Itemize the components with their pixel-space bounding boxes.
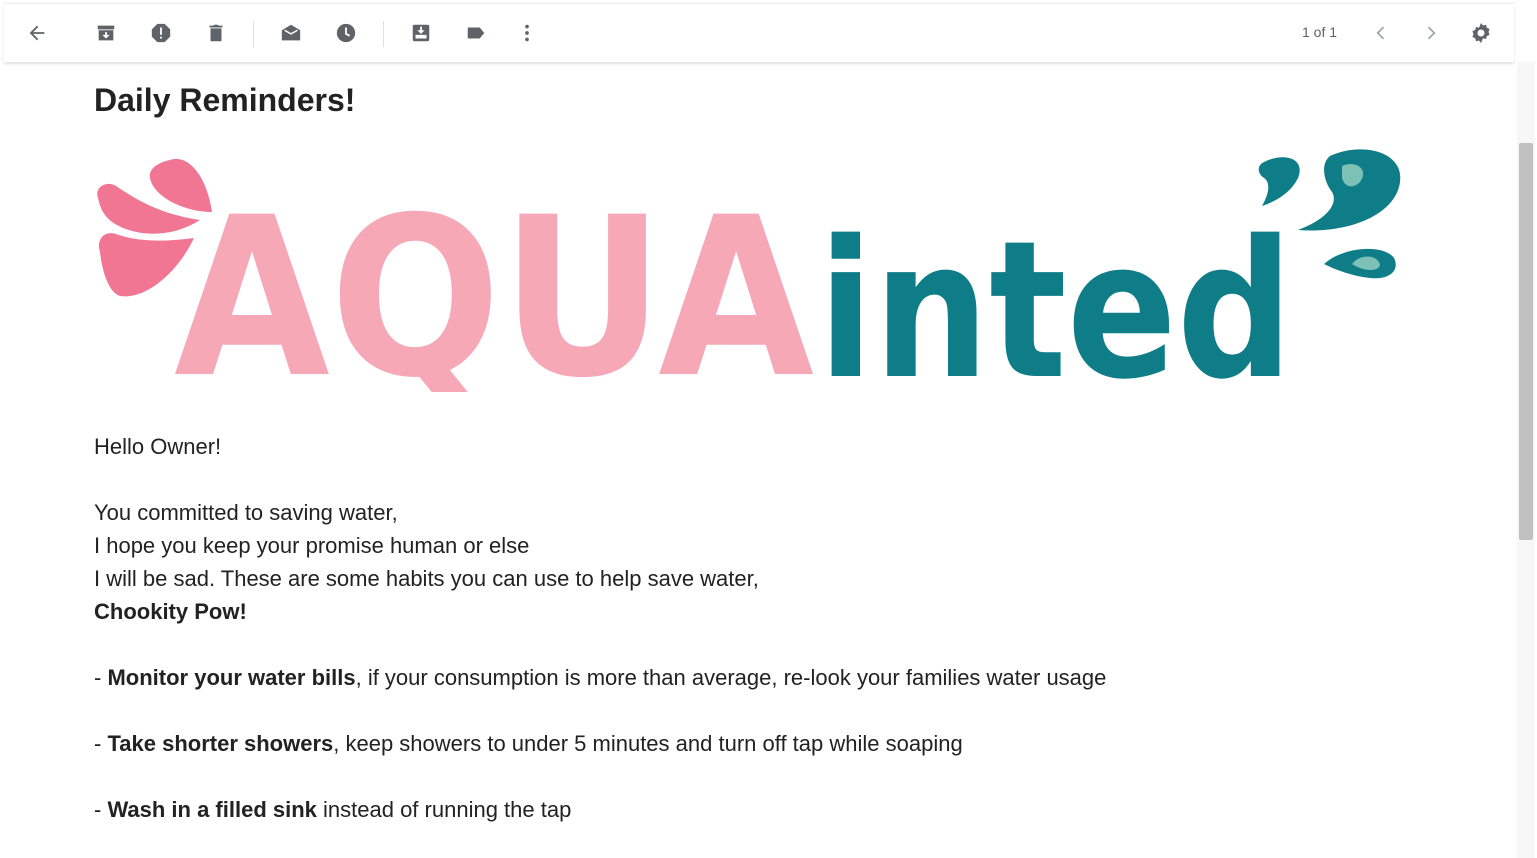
tip-item: - Wash in a filled sink instead of runni… xyxy=(94,793,1394,826)
tip-detail: instead of running the tap xyxy=(316,797,572,822)
tip-heading: Monitor your water bills xyxy=(107,665,356,690)
intro-line: I will be sad. These are some habits you… xyxy=(94,566,759,591)
tip-detail: , if your consumption is more than avera… xyxy=(355,665,1107,690)
tip-prefix: - xyxy=(94,665,108,690)
prev-icon[interactable] xyxy=(1363,15,1399,51)
email-toolbar: 1 of 1 xyxy=(4,3,1514,62)
tip-prefix: - xyxy=(94,797,108,822)
logo-word-aqua: AQUA xyxy=(174,170,814,392)
tip-item: - Monitor your water bills, if your cons… xyxy=(94,661,1394,694)
snooze-icon[interactable] xyxy=(328,15,364,51)
tip-heading: Take shorter showers xyxy=(107,731,334,756)
toolbar-divider xyxy=(253,21,254,47)
more-icon[interactable] xyxy=(509,15,545,51)
signoff-text: Chookity Pow! xyxy=(94,599,247,624)
back-arrow-icon[interactable] xyxy=(19,15,55,51)
intro-line: You committed to saving water, xyxy=(94,500,398,525)
email-content: Daily Reminders! AQUA inted Hello Owner!… xyxy=(94,78,1424,822)
logo-teal-drop xyxy=(1298,149,1401,231)
logo-teal-drop xyxy=(1258,157,1300,206)
greeting: Hello Owner! xyxy=(94,434,222,459)
delete-icon[interactable] xyxy=(198,15,234,51)
email-body: Hello Owner! You committed to saving wat… xyxy=(94,430,1394,826)
mark-unread-icon[interactable] xyxy=(273,15,309,51)
archive-icon[interactable] xyxy=(88,15,124,51)
report-spam-icon[interactable] xyxy=(143,15,179,51)
aquainted-logo: AQUA inted xyxy=(94,142,1414,426)
tip-item: - Take shorter showers, keep showers to … xyxy=(94,727,1394,760)
next-icon[interactable] xyxy=(1413,15,1449,51)
tip-detail: , keep showers to under 5 minutes and tu… xyxy=(333,731,963,756)
logo-word-inted: inted xyxy=(818,200,1293,392)
tip-prefix: - xyxy=(94,731,108,756)
signoff: Chookity Pow! xyxy=(94,595,1394,628)
tip-heading: Wash in a filled sink xyxy=(107,797,317,822)
move-to-icon[interactable] xyxy=(403,15,439,51)
label-icon[interactable] xyxy=(458,15,494,51)
scrollbar-thumb[interactable] xyxy=(1519,143,1533,540)
email-subject: Daily Reminders! xyxy=(94,82,356,118)
toolbar-divider xyxy=(383,21,384,47)
settings-icon[interactable] xyxy=(1463,15,1499,51)
pager-count: 1 of 1 xyxy=(1302,24,1338,40)
intro-line: I hope you keep your promise human or el… xyxy=(94,533,530,558)
